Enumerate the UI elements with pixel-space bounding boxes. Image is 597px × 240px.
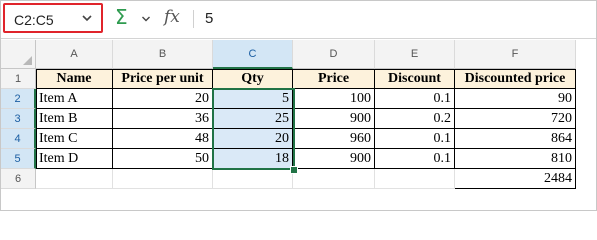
spreadsheet-window: C2:C5 Σ fx 5 ABCDEF 123456 Name Price per… [0, 0, 597, 211]
table-left-border [36, 69, 37, 169]
fill-handle[interactable] [290, 166, 298, 174]
row-header-2[interactable]: 2 [1, 89, 36, 109]
cell-a6[interactable] [36, 169, 113, 189]
cell-c2[interactable]: 5 [213, 89, 293, 109]
cell-b6[interactable] [113, 169, 213, 189]
total-cell-f6[interactable]: 2484 [455, 169, 576, 189]
cell-d3[interactable]: 900 [293, 109, 375, 129]
header-cell-d1[interactable]: Price [293, 69, 375, 89]
formula-bar-divider [193, 10, 194, 28]
autosum-icon[interactable]: Σ [115, 5, 128, 29]
header-cell-f1[interactable]: Discounted price [455, 69, 576, 89]
row-header-5[interactable]: 5 [1, 149, 36, 169]
cell-c4[interactable]: 20 [213, 129, 293, 149]
cell-f3[interactable]: 720 [455, 109, 576, 129]
formula-bar: C2:C5 Σ fx 5 [1, 1, 596, 39]
cell-d4[interactable]: 960 [293, 129, 375, 149]
select-all-corner[interactable] [1, 40, 36, 69]
cell-b5[interactable]: 50 [113, 149, 213, 169]
cell-a3[interactable]: Item B [36, 109, 113, 129]
insert-function-icon[interactable]: fx [164, 7, 180, 27]
column-header-d[interactable]: D [293, 40, 375, 69]
cell-c3[interactable]: 25 [213, 109, 293, 129]
cell-d6[interactable] [293, 169, 375, 189]
cell-a2[interactable]: Item A [36, 89, 113, 109]
cell-f5[interactable]: 810 [455, 149, 576, 169]
cell-e5[interactable]: 0.1 [375, 149, 455, 169]
cell-d5[interactable]: 900 [293, 149, 375, 169]
cell-d2[interactable]: 100 [293, 89, 375, 109]
header-cell-e1[interactable]: Discount [375, 69, 455, 89]
row-header-3[interactable]: 3 [1, 109, 36, 129]
cell-f2[interactable]: 90 [455, 89, 576, 109]
cell-c5[interactable]: 18 [213, 149, 293, 169]
cell-e4[interactable]: 0.1 [375, 129, 455, 149]
chevron-down-icon[interactable] [141, 14, 151, 24]
cell-b3[interactable]: 36 [113, 109, 213, 129]
select-all-triangle-icon [23, 56, 32, 65]
cell-b2[interactable]: 20 [113, 89, 213, 109]
cell-e2[interactable]: 0.1 [375, 89, 455, 109]
column-header-f[interactable]: F [455, 40, 576, 69]
cell-e6[interactable] [375, 169, 455, 189]
name-box[interactable]: C2:C5 [3, 3, 103, 33]
table-top-border [36, 69, 576, 70]
column-header-c[interactable]: C [213, 40, 293, 69]
cell-f4[interactable]: 864 [455, 129, 576, 149]
row-header-6[interactable]: 6 [1, 169, 36, 189]
cell-c6[interactable] [213, 169, 293, 189]
row-header-1[interactable]: 1 [1, 69, 36, 89]
cell-e3[interactable]: 0.2 [375, 109, 455, 129]
row-header-4[interactable]: 4 [1, 129, 36, 149]
header-cell-c1[interactable]: Qty [213, 69, 293, 89]
column-header-b[interactable]: B [113, 40, 213, 69]
formula-input[interactable]: 5 [205, 10, 213, 27]
chevron-down-icon[interactable] [81, 12, 93, 24]
cell-a5[interactable]: Item D [36, 149, 113, 169]
cell-b4[interactable]: 48 [113, 129, 213, 149]
column-header-a[interactable]: A [36, 40, 113, 69]
name-box-value: C2:C5 [14, 12, 54, 28]
header-cell-a1[interactable]: Name [36, 69, 113, 89]
cell-a4[interactable]: Item C [36, 129, 113, 149]
column-header-e[interactable]: E [375, 40, 455, 69]
header-cell-b1[interactable]: Price per unit [113, 69, 213, 89]
